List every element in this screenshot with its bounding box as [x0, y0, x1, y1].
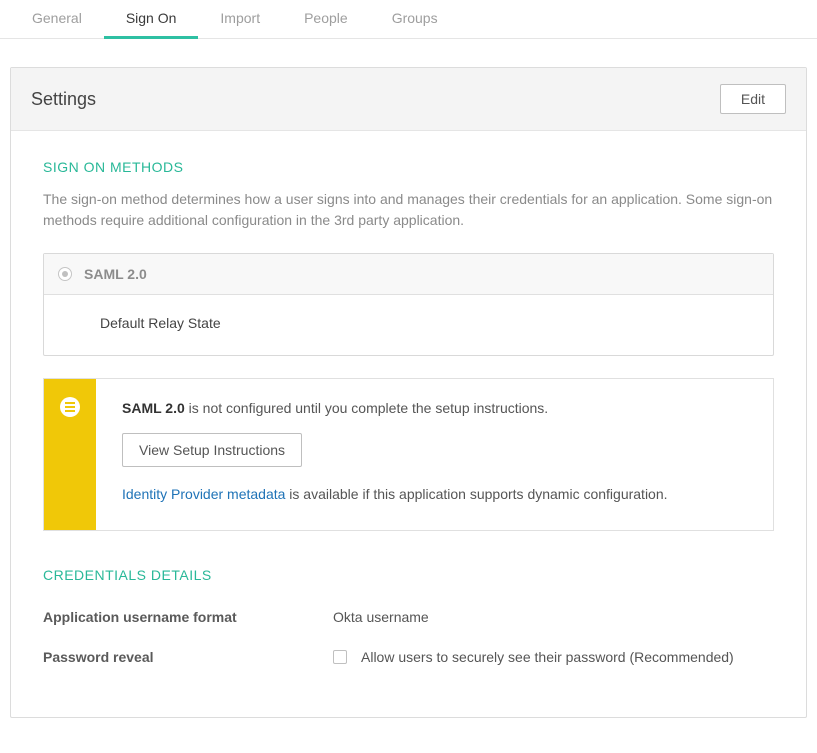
settings-panel: Settings Edit SIGN ON METHODS The sign-o…: [10, 67, 807, 718]
panel-header: Settings Edit: [11, 68, 806, 131]
password-reveal-checkbox[interactable]: [333, 650, 347, 664]
notice-body: SAML 2.0 is not configured until you com…: [96, 379, 773, 530]
notice-line-1: SAML 2.0 is not configured until you com…: [122, 397, 751, 419]
tab-general[interactable]: General: [10, 0, 104, 38]
sign-on-method-box: SAML 2.0 Default Relay State: [43, 253, 774, 356]
radio-icon: [58, 267, 72, 281]
sign-on-methods-heading: SIGN ON METHODS: [43, 159, 774, 175]
username-format-label: Application username format: [43, 609, 333, 625]
sign-on-methods-description: The sign-on method determines how a user…: [43, 189, 774, 231]
password-reveal-row: Password reveal Allow users to securely …: [43, 637, 774, 677]
tab-people[interactable]: People: [282, 0, 370, 38]
tab-sign-on[interactable]: Sign On: [104, 0, 199, 38]
notice-bold: SAML 2.0: [122, 400, 185, 416]
method-header[interactable]: SAML 2.0: [44, 254, 773, 295]
identity-provider-metadata-link[interactable]: Identity Provider metadata: [122, 486, 285, 502]
tabs: General Sign On Import People Groups: [0, 0, 817, 39]
tab-groups[interactable]: Groups: [370, 0, 460, 38]
notice-text-1: is not configured until you complete the…: [185, 400, 548, 416]
saml-notice: SAML 2.0 is not configured until you com…: [43, 378, 774, 531]
password-reveal-label: Password reveal: [43, 649, 333, 665]
password-reveal-checkbox-label: Allow users to securely see their passwo…: [361, 649, 734, 665]
notice-line-2: Identity Provider metadata is available …: [122, 483, 751, 505]
credentials-details-heading: CREDENTIALS DETAILS: [43, 567, 774, 583]
panel-body: SIGN ON METHODS The sign-on method deter…: [11, 131, 806, 717]
username-format-value: Okta username: [333, 609, 429, 625]
method-content: Default Relay State: [44, 295, 773, 355]
tab-import[interactable]: Import: [198, 0, 282, 38]
username-format-row: Application username format Okta usernam…: [43, 597, 774, 637]
notice-icon-column: [44, 379, 96, 530]
list-icon: [60, 397, 80, 417]
edit-button[interactable]: Edit: [720, 84, 786, 114]
panel-title: Settings: [31, 89, 96, 110]
password-reveal-control: Allow users to securely see their passwo…: [333, 649, 734, 665]
view-setup-instructions-button[interactable]: View Setup Instructions: [122, 433, 302, 467]
default-relay-state-label: Default Relay State: [100, 315, 221, 331]
method-name: SAML 2.0: [84, 266, 147, 282]
notice-text-2: is available if this application support…: [285, 486, 667, 502]
